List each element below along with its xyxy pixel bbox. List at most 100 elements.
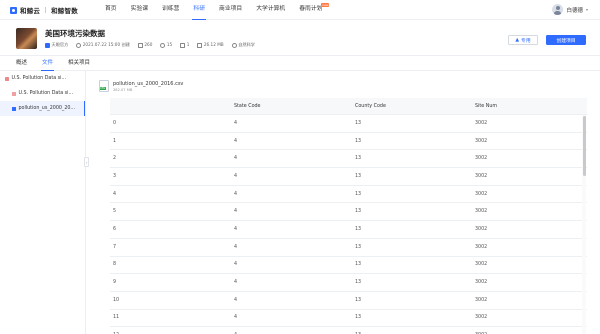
- project-tabs: 概述 文件 相关项目: [0, 56, 600, 71]
- table-cell: 13: [355, 138, 362, 144]
- nav-label: 首页: [105, 6, 117, 12]
- table-row: 7 4 13 3002: [110, 239, 587, 257]
- table-cell: 4: [234, 226, 238, 232]
- table-cell: 3002: [475, 209, 488, 215]
- table-cell: 3002: [475, 315, 488, 321]
- table-cell: 13: [355, 226, 362, 232]
- table-cell: 4: [234, 244, 238, 250]
- nav-item-spring-rain[interactable]: 春雨计划 new: [292, 0, 330, 20]
- tab-files[interactable]: 文件: [38, 56, 57, 71]
- sidebar-collapse-button[interactable]: ‹: [84, 157, 89, 167]
- file-header: pollution_us_2000_2016.csv 382.07 MB: [99, 80, 183, 92]
- table-row: 5 4 13 3002: [110, 203, 587, 222]
- table-cell: 4: [113, 191, 117, 197]
- table-cell: 13: [355, 156, 362, 162]
- nav-item-labs[interactable]: 实验课: [124, 0, 155, 20]
- table-cell: 5: [113, 209, 117, 215]
- chevron-down-icon: ▾: [585, 7, 588, 12]
- table-row: 3 4 13 3002: [110, 168, 587, 186]
- table-row: 4 4 13 3002: [110, 186, 587, 204]
- table-cell: 3002: [475, 173, 488, 179]
- table-cell: 4: [234, 209, 238, 215]
- new-badge: new: [321, 3, 330, 7]
- user-menu[interactable]: 白德德 ▾: [552, 4, 588, 15]
- nav-label: 科研: [193, 6, 206, 12]
- fork-icon: [180, 42, 186, 48]
- star-icon: [160, 42, 166, 48]
- table-cell: 3002: [475, 226, 488, 232]
- eye-icon: [137, 42, 143, 48]
- meta-owner[interactable]: 天眼官方: [45, 42, 68, 48]
- table-row: 1 4 13 3002: [110, 133, 587, 151]
- table-cell: 3002: [475, 297, 488, 303]
- created-label: 2021.07.22 15:00 创建: [82, 42, 130, 47]
- tab-overview[interactable]: 概述: [12, 56, 31, 71]
- scrollbar-thumb[interactable]: [582, 116, 586, 176]
- category-label: 自然科学: [238, 42, 255, 47]
- table-cell: 3002: [475, 280, 488, 286]
- chevron-left-icon: ‹: [85, 159, 88, 165]
- tree-item-subfolder[interactable]: U.S. Pollution Data si...: [0, 86, 85, 101]
- tab-label: 概述: [16, 60, 28, 66]
- use-button[interactable]: ▲ 专用: [508, 35, 538, 45]
- table-cell: 13: [355, 173, 362, 179]
- table-row: 11 4 13 3002: [110, 310, 587, 328]
- table-cell: 7: [113, 244, 117, 250]
- tab-related[interactable]: 相关项目: [64, 56, 94, 71]
- table-cell: 4: [234, 297, 238, 303]
- folder-icon: [5, 76, 9, 81]
- logo-text-primary: 和鲸云: [20, 7, 41, 15]
- brand-logo[interactable]: 和鲸云 和鲸智数: [10, 5, 78, 15]
- logo-text-secondary: 和鲸智数: [51, 7, 78, 15]
- data-preview-table: State Code County Code Site Num 0 4 13 3002…: [110, 98, 587, 334]
- meta-views: 260: [137, 42, 153, 48]
- table-cell: 6: [113, 226, 117, 232]
- table-cell: 3002: [475, 244, 488, 250]
- table-cell: 13: [355, 262, 362, 268]
- owner-label: 天眼官方: [51, 42, 69, 47]
- nav-item-research[interactable]: 科研: [186, 0, 212, 20]
- clock-icon: [76, 42, 82, 48]
- tree-item-file[interactable]: pollution_us_2000_20...: [0, 101, 85, 116]
- meta-created: 2021.07.22 15:00 创建: [76, 42, 130, 48]
- csv-file-icon: [99, 80, 109, 92]
- main-nav: 首页 实验课 训练营 科研 商业项目 大学计算机 春雨计划 new: [98, 0, 330, 20]
- tree-item-folder[interactable]: U.S. Pollution Data si...: [0, 71, 85, 86]
- nav-label: 大学计算机: [256, 6, 286, 12]
- table-row: 124133002: [110, 327, 587, 334]
- file-info: pollution_us_2000_2016.csv 382.07 MB: [113, 80, 183, 92]
- table-cell: 10: [113, 297, 120, 303]
- table-cell: 4: [234, 120, 238, 126]
- nav-item-training[interactable]: 训练营: [155, 0, 186, 20]
- table-body: 0 4 13 3002 1 4 13 3002 2 4 13 3002 3 4 13 3002 4 4 13 3002…: [110, 115, 587, 334]
- views-label: 260: [144, 42, 153, 48]
- table-cell: 3002: [475, 138, 488, 144]
- file-size: 382.07 MB: [113, 88, 133, 92]
- avatar: [552, 4, 564, 15]
- database-icon: [197, 42, 203, 48]
- tree-label: U.S. Pollution Data si...: [18, 91, 74, 96]
- nav-label: 商业项目: [219, 6, 243, 12]
- table-cell: 13: [355, 244, 362, 250]
- table-cell: 3: [113, 173, 117, 179]
- meta-forks: 1: [180, 42, 189, 48]
- table-cell: 13: [355, 297, 362, 303]
- size-label: 26.12 MB: [203, 42, 224, 48]
- nav-item-business[interactable]: 商业项目: [212, 0, 249, 20]
- table-cell: 13: [355, 191, 362, 197]
- table-cell: 4: [234, 280, 238, 286]
- meta-category: 自然科学: [231, 42, 255, 48]
- table-cell: 8: [113, 262, 117, 268]
- nav-item-home[interactable]: 首页: [98, 0, 124, 20]
- table-row: 0 4 13 3002: [110, 115, 587, 133]
- create-project-button[interactable]: 创建项目: [546, 35, 586, 45]
- table-cell: 3002: [475, 120, 488, 126]
- tree-label: pollution_us_2000_20...: [18, 106, 76, 111]
- file-tree: U.S. Pollution Data si... U.S. Pollution…: [0, 71, 86, 334]
- table-cell: 13: [355, 315, 362, 321]
- nav-item-university[interactable]: 大学计算机: [249, 0, 292, 20]
- create-label: 创建项目: [556, 38, 576, 44]
- table-row: 10 4 13 3002: [110, 292, 587, 310]
- tab-label: 相关项目: [68, 60, 91, 66]
- table-cell: 13: [355, 280, 362, 286]
